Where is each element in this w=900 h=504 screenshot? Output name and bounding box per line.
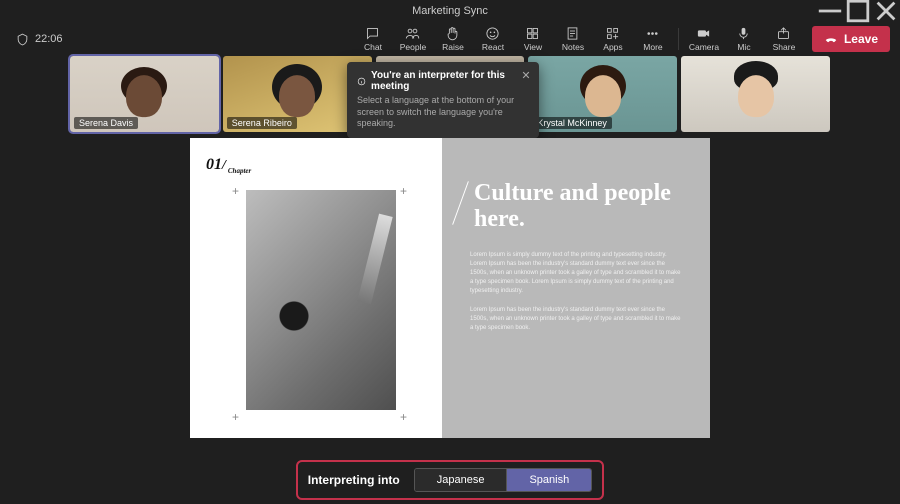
notification-body: Select a language at the bottom of your … — [357, 95, 515, 130]
chat-icon — [365, 26, 380, 41]
chapter-number: 01/Chapter — [206, 156, 426, 175]
interpreter-bar-container: Interpreting into Japanese Spanish — [0, 456, 900, 504]
presentation-slide: 01/Chapter + + + + Culture and people he… — [190, 138, 710, 438]
participant-name: Krystal McKinney — [532, 117, 612, 129]
language-selector: Japanese Spanish — [414, 468, 592, 492]
slide-image — [246, 190, 396, 410]
chat-button[interactable]: Chat — [355, 23, 391, 55]
apps-icon — [605, 26, 620, 41]
hangup-icon — [824, 32, 838, 46]
toolbar-separator — [678, 28, 679, 50]
notification-title: You're an interpreter for this meeting — [371, 70, 515, 92]
slide-headline: Culture and people here. — [474, 180, 682, 233]
participant-tile[interactable] — [681, 56, 830, 132]
notes-button[interactable]: Notes — [555, 23, 591, 55]
meeting-toolbar: 22:06 Chat People Raise React View Notes — [0, 22, 900, 56]
crop-mark-icon: + — [232, 184, 239, 198]
close-button[interactable] — [872, 0, 900, 22]
meeting-time: 22:06 — [10, 33, 63, 46]
shield-icon — [16, 33, 29, 46]
participant-name: Serena Ribeiro — [227, 117, 297, 129]
language-option-japanese[interactable]: Japanese — [415, 469, 507, 491]
divider-line — [452, 181, 469, 225]
title-bar: Marketing Sync — [0, 0, 900, 22]
camera-button[interactable]: Camera — [686, 23, 722, 55]
apps-button[interactable]: Apps — [595, 23, 631, 55]
minimize-button[interactable] — [816, 0, 844, 22]
ellipsis-icon — [645, 26, 660, 41]
notification-close-button[interactable]: ✕ — [519, 68, 533, 82]
language-option-spanish[interactable]: Spanish — [506, 469, 591, 491]
crop-mark-icon: + — [232, 410, 239, 424]
window-title: Marketing Sync — [412, 5, 488, 17]
crop-mark-icon: + — [400, 184, 407, 198]
mic-icon — [736, 26, 751, 41]
grid-icon — [525, 26, 540, 41]
elapsed-time: 22:06 — [35, 33, 63, 45]
people-icon — [405, 26, 420, 41]
hand-icon — [445, 26, 460, 41]
participant-name: Serena Davis — [74, 117, 138, 129]
people-button[interactable]: People — [395, 23, 431, 55]
slide-paragraph: Lorem Ipsum has been the industry's stan… — [470, 306, 682, 333]
interpreter-notification: You're an interpreter for this meeting S… — [347, 62, 539, 138]
maximize-button[interactable] — [844, 0, 872, 22]
shared-content-stage: 01/Chapter + + + + Culture and people he… — [0, 134, 900, 456]
share-button[interactable]: Share — [766, 23, 802, 55]
crop-mark-icon: + — [400, 410, 407, 424]
react-button[interactable]: React — [475, 23, 511, 55]
more-button[interactable]: More — [635, 23, 671, 55]
raise-hand-button[interactable]: Raise — [435, 23, 471, 55]
slide-paragraph: Lorem Ipsum is simply dummy text of the … — [470, 251, 682, 296]
camera-icon — [696, 26, 711, 41]
interpreter-bar: Interpreting into Japanese Spanish — [296, 460, 604, 500]
participant-tile[interactable]: Krystal McKinney — [528, 56, 677, 132]
info-icon — [357, 76, 366, 87]
interpreter-label: Interpreting into — [308, 473, 400, 487]
leave-button[interactable]: Leave — [812, 26, 890, 52]
participant-tile[interactable]: Serena Davis — [70, 56, 219, 132]
notes-icon — [565, 26, 580, 41]
share-icon — [776, 26, 791, 41]
view-button[interactable]: View — [515, 23, 551, 55]
smile-icon — [485, 26, 500, 41]
mic-button[interactable]: Mic — [726, 23, 762, 55]
